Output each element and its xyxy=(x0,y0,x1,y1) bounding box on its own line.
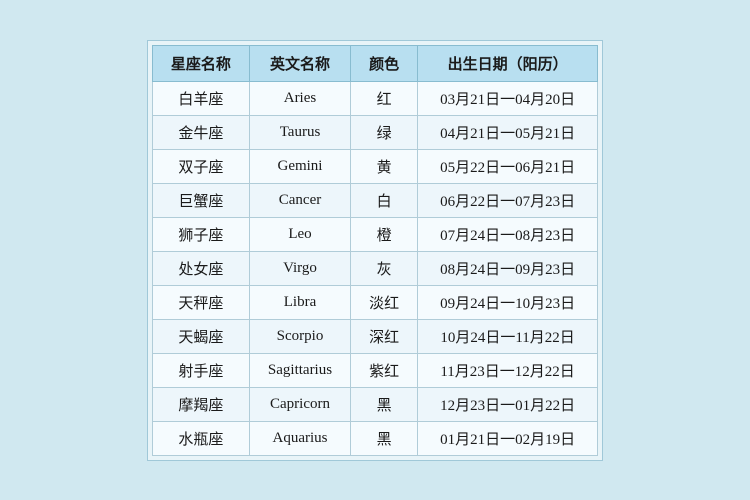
cell-english: Gemini xyxy=(249,149,350,183)
cell-color: 黄 xyxy=(351,149,418,183)
table-row: 天蝎座Scorpio深红10月24日一11月22日 xyxy=(152,319,597,353)
cell-english: Virgo xyxy=(249,251,350,285)
cell-english: Taurus xyxy=(249,115,350,149)
cell-date: 09月24日一10月23日 xyxy=(418,285,598,319)
cell-date: 10月24日一11月22日 xyxy=(418,319,598,353)
cell-date: 04月21日一05月21日 xyxy=(418,115,598,149)
cell-english: Aries xyxy=(249,81,350,115)
cell-color: 黑 xyxy=(351,421,418,455)
cell-color: 黑 xyxy=(351,387,418,421)
cell-chinese: 处女座 xyxy=(152,251,249,285)
header-date: 出生日期（阳历） xyxy=(418,45,598,81)
cell-chinese: 狮子座 xyxy=(152,217,249,251)
cell-date: 03月21日一04月20日 xyxy=(418,81,598,115)
cell-date: 08月24日一09月23日 xyxy=(418,251,598,285)
cell-chinese: 天秤座 xyxy=(152,285,249,319)
cell-color: 紫红 xyxy=(351,353,418,387)
cell-color: 灰 xyxy=(351,251,418,285)
cell-english: Capricorn xyxy=(249,387,350,421)
table-row: 双子座Gemini黄05月22日一06月21日 xyxy=(152,149,597,183)
cell-chinese: 天蝎座 xyxy=(152,319,249,353)
cell-english: Libra xyxy=(249,285,350,319)
cell-date: 05月22日一06月21日 xyxy=(418,149,598,183)
cell-chinese: 射手座 xyxy=(152,353,249,387)
cell-color: 白 xyxy=(351,183,418,217)
table-row: 射手座Sagittarius紫红11月23日一12月22日 xyxy=(152,353,597,387)
cell-color: 绿 xyxy=(351,115,418,149)
cell-chinese: 双子座 xyxy=(152,149,249,183)
header-color: 颜色 xyxy=(351,45,418,81)
cell-english: Sagittarius xyxy=(249,353,350,387)
cell-date: 07月24日一08月23日 xyxy=(418,217,598,251)
cell-date: 01月21日一02月19日 xyxy=(418,421,598,455)
cell-chinese: 白羊座 xyxy=(152,81,249,115)
cell-date: 12月23日一01月22日 xyxy=(418,387,598,421)
cell-chinese: 巨蟹座 xyxy=(152,183,249,217)
header-english: 英文名称 xyxy=(249,45,350,81)
cell-chinese: 水瓶座 xyxy=(152,421,249,455)
cell-date: 11月23日一12月22日 xyxy=(418,353,598,387)
table-row: 金牛座Taurus绿04月21日一05月21日 xyxy=(152,115,597,149)
cell-chinese: 摩羯座 xyxy=(152,387,249,421)
zodiac-table: 星座名称 英文名称 颜色 出生日期（阳历） 白羊座Aries红03月21日一04… xyxy=(152,45,598,456)
cell-english: Scorpio xyxy=(249,319,350,353)
table-row: 白羊座Aries红03月21日一04月20日 xyxy=(152,81,597,115)
table-header-row: 星座名称 英文名称 颜色 出生日期（阳历） xyxy=(152,45,597,81)
cell-color: 红 xyxy=(351,81,418,115)
cell-chinese: 金牛座 xyxy=(152,115,249,149)
table-row: 处女座Virgo灰08月24日一09月23日 xyxy=(152,251,597,285)
table-body: 白羊座Aries红03月21日一04月20日金牛座Taurus绿04月21日一0… xyxy=(152,81,597,455)
cell-color: 淡红 xyxy=(351,285,418,319)
header-chinese: 星座名称 xyxy=(152,45,249,81)
cell-date: 06月22日一07月23日 xyxy=(418,183,598,217)
table-row: 巨蟹座Cancer白06月22日一07月23日 xyxy=(152,183,597,217)
cell-english: Cancer xyxy=(249,183,350,217)
cell-english: Leo xyxy=(249,217,350,251)
table-row: 天秤座Libra淡红09月24日一10月23日 xyxy=(152,285,597,319)
cell-english: Aquarius xyxy=(249,421,350,455)
table-row: 摩羯座Capricorn黑12月23日一01月22日 xyxy=(152,387,597,421)
table-row: 水瓶座Aquarius黑01月21日一02月19日 xyxy=(152,421,597,455)
cell-color: 深红 xyxy=(351,319,418,353)
table-row: 狮子座Leo橙07月24日一08月23日 xyxy=(152,217,597,251)
cell-color: 橙 xyxy=(351,217,418,251)
zodiac-table-wrapper: 星座名称 英文名称 颜色 出生日期（阳历） 白羊座Aries红03月21日一04… xyxy=(147,40,603,461)
